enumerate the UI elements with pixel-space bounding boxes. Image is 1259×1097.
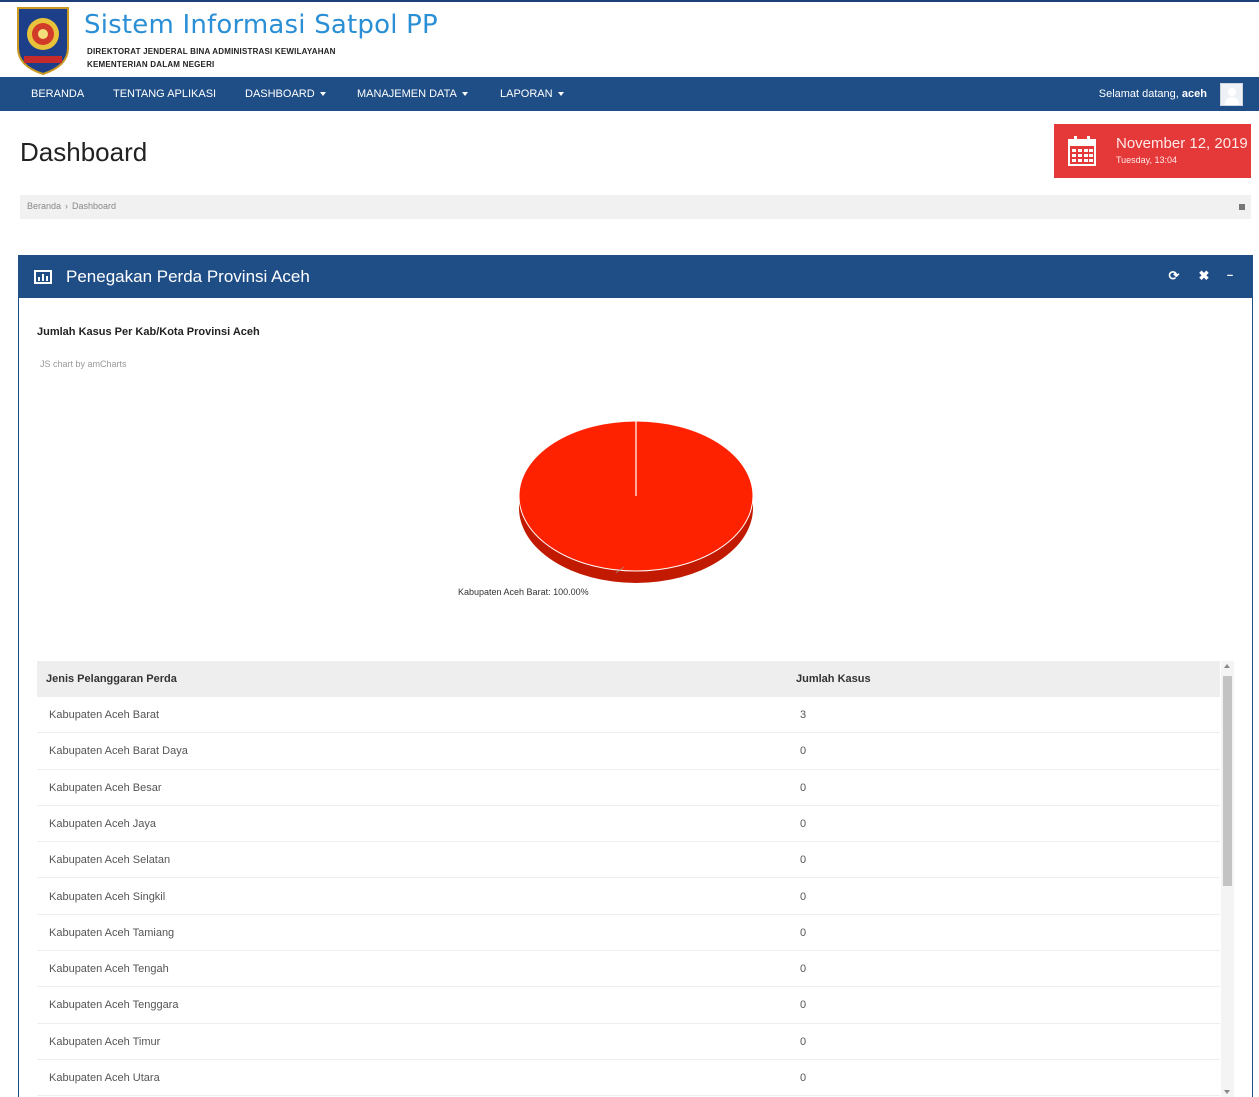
column-header-jenis[interactable]: Jenis Pelanggaran Perda — [46, 673, 177, 685]
nav-item-beranda[interactable]: BERANDA — [31, 77, 84, 111]
scroll-down-icon[interactable] — [1224, 1090, 1230, 1094]
cell-jumlah: 0 — [800, 963, 807, 976]
cell-jumlah: 0 — [800, 745, 807, 758]
table-header: Jenis Pelanggaran Perda Jumlah Kasus — [37, 661, 1220, 697]
pie-slice-label: Kabupaten Aceh Barat: 100.00% — [458, 587, 589, 597]
welcome-text[interactable]: Selamat datang, aceh — [1099, 77, 1207, 111]
cell-jumlah: 0 — [800, 817, 807, 830]
table-row: Kabupaten Aceh Selatan 0 — [37, 842, 1220, 879]
breadcrumb-item-beranda[interactable]: Beranda — [27, 201, 61, 211]
cell-jenis: Kabupaten Aceh Singkil — [49, 890, 166, 903]
cell-jenis: Kabupaten Aceh Selatan — [49, 854, 171, 867]
caret-down-icon — [319, 92, 326, 97]
cell-jenis: Kabupaten Aceh Barat — [49, 709, 160, 721]
table-row: Kabupaten Aceh Tamiang 0 — [37, 915, 1220, 952]
nav-item-dashboard[interactable]: DASHBOARD — [245, 77, 326, 111]
nav-label: BERANDA — [31, 88, 85, 100]
cell-jumlah: 3 — [800, 709, 807, 721]
cell-jumlah: 0 — [800, 781, 807, 794]
cell-jumlah: 0 — [800, 999, 807, 1012]
cell-jenis: Kabupaten Aceh Tenggara — [49, 999, 179, 1012]
nav-label: DASHBOARD — [245, 88, 315, 100]
cell-jumlah: 0 — [800, 926, 807, 939]
chart-credit-link[interactable]: JS chart by amCharts — [40, 359, 127, 369]
column-header-jumlah[interactable]: Jumlah Kasus — [796, 673, 871, 685]
cell-jumlah: 0 — [800, 1035, 807, 1048]
user-avatar-icon[interactable] — [1220, 83, 1243, 106]
nav-item-laporan[interactable]: LAPORAN — [500, 77, 564, 111]
cell-jenis: Kabupaten Aceh Barat Daya — [49, 745, 188, 758]
nav-label: LAPORAN — [500, 88, 553, 100]
cell-jenis: Kabupaten Aceh Tengah — [49, 963, 169, 976]
satpol-pp-logo-icon[interactable] — [14, 4, 72, 76]
nav-item-manajemen-data[interactable]: MANAJEMEN DATA — [357, 77, 468, 111]
collapse-icon[interactable]: − — [1222, 266, 1238, 286]
portlet-header: Penegakan Perda Provinsi Aceh ⟳ ✖ − — [19, 256, 1252, 298]
caret-down-icon — [461, 92, 468, 97]
table-row: Kabupaten Aceh Barat Daya 0 — [37, 733, 1220, 770]
breadcrumb-item-dashboard: Dashboard — [72, 201, 117, 211]
reload-icon[interactable]: ⟳ — [1166, 266, 1182, 286]
pie-chart[interactable] — [500, 408, 780, 604]
date-widget: November 12, 2019 Tuesday, 13:04 — [1054, 124, 1251, 178]
nav-label: MANAJEMEN DATA — [357, 88, 457, 100]
cell-jumlah: 0 — [800, 1072, 807, 1084]
caret-down-icon — [557, 92, 564, 97]
breadcrumb-action-icon[interactable] — [1239, 204, 1245, 210]
main-navbar: BERANDA TENTANG APLIKASI DASHBOARD MANAJ… — [0, 77, 1259, 111]
app-header: Sistem Informasi Satpol PP DIREKTORAT JE… — [0, 2, 1259, 77]
bar-chart-icon — [34, 270, 52, 284]
welcome-prefix: Selamat datang, — [1098, 88, 1179, 100]
page-title: Dashboard — [20, 137, 148, 167]
calendar-icon — [1068, 136, 1096, 166]
table-row: Kabupaten Aceh Besar 0 — [37, 770, 1220, 806]
table-row: Kabupaten Aceh Utara 0 — [37, 1060, 1220, 1097]
close-icon[interactable]: ✖ — [1196, 266, 1212, 286]
cell-jumlah: 0 — [800, 890, 807, 903]
breadcrumb-separator: › — [65, 201, 69, 211]
scroll-up-icon[interactable] — [1224, 664, 1230, 668]
app-subtitle-line2: KEMENTERIAN DALAM NEGERI — [87, 60, 215, 69]
cell-jenis: Kabupaten Aceh Jaya — [49, 817, 157, 830]
scrollbar-thumb[interactable] — [1223, 676, 1232, 886]
table-row: Kabupaten Aceh Singkil 0 — [37, 879, 1220, 915]
table-row: Kabupaten Aceh Jaya 0 — [37, 806, 1220, 843]
cell-jenis: Kabupaten Aceh Timur — [49, 1035, 161, 1048]
table-row: Kabupaten Aceh Tengah 0 — [37, 951, 1220, 988]
table-row: Kabupaten Aceh Barat 3 — [37, 697, 1220, 734]
welcome-username: aceh — [1181, 88, 1207, 100]
date-text: November 12, 2019 — [1116, 135, 1248, 152]
table-row: Kabupaten Aceh Timur 0 — [37, 1024, 1220, 1060]
nav-label: TENTANG APLIKASI — [113, 88, 217, 100]
app-title: Sistem Informasi Satpol PP — [84, 10, 438, 40]
cell-jenis: Kabupaten Aceh Tamiang — [49, 926, 175, 939]
app-subtitle-line1: DIREKTORAT JENDERAL BINA ADMINISTRASI KE… — [87, 47, 336, 56]
portlet-title: Penegakan Perda Provinsi Aceh — [66, 267, 310, 286]
cell-jumlah: 0 — [800, 854, 807, 867]
time-text: Tuesday, 13:04 — [1116, 155, 1178, 165]
breadcrumb: Beranda › Dashboard — [20, 195, 1251, 219]
nav-item-tentang-aplikasi[interactable]: TENTANG APLIKASI — [113, 77, 216, 111]
cell-jenis: Kabupaten Aceh Besar — [49, 781, 162, 794]
data-table: Jenis Pelanggaran Perda Jumlah Kasus Kab… — [37, 661, 1234, 1097]
chart-title: Jumlah Kasus Per Kab/Kota Provinsi Aceh — [37, 326, 260, 338]
table-row: Kabupaten Aceh Tenggara 0 — [37, 987, 1220, 1024]
cell-jenis: Kabupaten Aceh Utara — [49, 1072, 160, 1084]
